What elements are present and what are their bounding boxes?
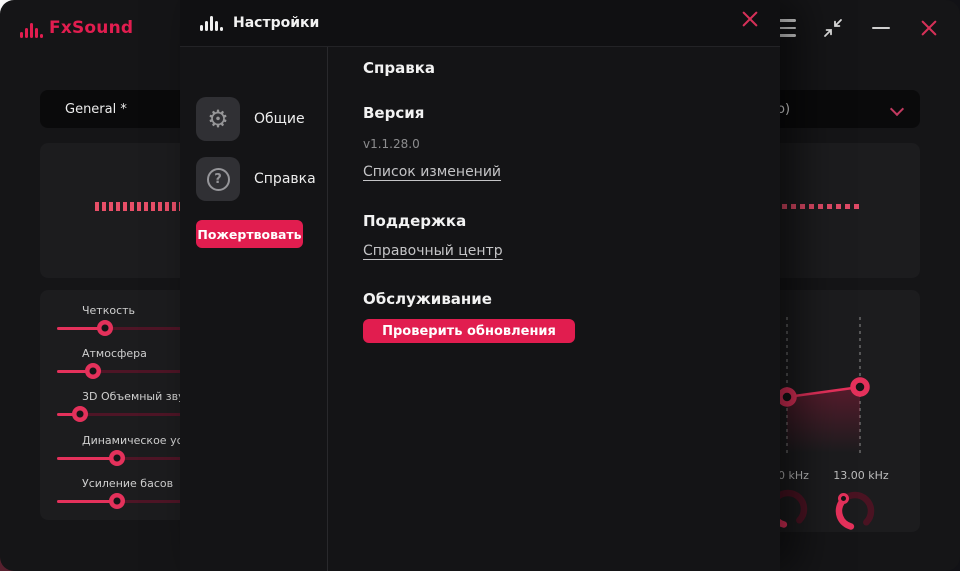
sidebar-item-label: Справка <box>254 171 316 187</box>
chevron-down-icon <box>892 104 902 114</box>
ambience-slider[interactable] <box>57 363 190 379</box>
minimize-button[interactable] <box>868 15 894 41</box>
preset-dropdown-value: General * <box>65 102 127 117</box>
slider-handle[interactable] <box>109 450 125 466</box>
slider-label: 3D Объемный звук <box>82 390 191 403</box>
equalizer-bars-icon <box>20 23 43 38</box>
dynamic-boost-slider[interactable] <box>57 450 190 466</box>
donate-button[interactable]: Пожертвовать <box>196 220 303 248</box>
settings-dialog: Настройки ⚙ Общие ? Справка Пожертвовать… <box>180 0 780 571</box>
spectrum-dashes <box>95 202 192 211</box>
dialog-title: Настройки <box>233 15 319 31</box>
sidebar-item-help[interactable]: ? Справка <box>196 157 316 201</box>
gear-icon: ⚙ <box>196 97 240 141</box>
slider-handle[interactable] <box>97 320 113 336</box>
eq-knob-2[interactable] <box>839 495 871 527</box>
logo-text: FxSound <box>49 18 133 38</box>
slider-fill <box>57 457 117 460</box>
equalizer-bars-icon <box>200 16 223 31</box>
slider-label: Атмосфера <box>82 347 147 360</box>
compact-mode-button[interactable] <box>820 15 846 41</box>
question-icon: ? <box>196 157 240 201</box>
eq-band-label: 0 kHz <box>778 469 809 482</box>
surround-slider[interactable] <box>57 406 190 422</box>
eq-point-1[interactable] <box>780 390 794 404</box>
sidebar-item-label: Общие <box>254 111 305 127</box>
close-dialog-button[interactable] <box>741 10 759 28</box>
collapse-arrows-icon <box>822 17 844 39</box>
settings-dialog-header: Настройки <box>180 0 780 47</box>
check-updates-button[interactable]: Проверить обновления <box>363 319 575 343</box>
slider-fill <box>57 500 117 503</box>
close-icon <box>920 19 938 37</box>
slider-label: Четкость <box>82 304 135 317</box>
preset-dropdown[interactable]: General * <box>40 90 190 128</box>
support-section-title: Поддержка <box>363 212 466 230</box>
changelog-link[interactable]: Список изменений <box>363 164 501 180</box>
bass-boost-slider[interactable] <box>57 493 190 509</box>
minimize-icon <box>872 27 890 30</box>
close-window-button[interactable] <box>916 15 942 41</box>
eq-point-2[interactable] <box>853 380 867 394</box>
fxsound-window: FxSound General * <box>0 0 960 571</box>
window-controls <box>772 0 960 56</box>
sidebar-item-general[interactable]: ⚙ Общие <box>196 97 305 141</box>
slider-label: Усиление басов <box>82 477 173 490</box>
version-section-title: Версия <box>363 104 424 122</box>
eq-band-label: 13.00 kHz <box>821 469 901 482</box>
help-content: Справка Версия v1.1.28.0 Список изменени… <box>363 47 780 571</box>
page-title: Справка <box>363 59 435 77</box>
slider-handle[interactable] <box>109 493 125 509</box>
slider-handle[interactable] <box>72 406 88 422</box>
effects-sliders-panel: Четкость Атмосфера 3D Объемный звук Дина… <box>40 290 190 520</box>
help-center-link[interactable]: Справочный центр <box>363 243 503 259</box>
sidebar-divider <box>327 47 328 571</box>
slider-handle[interactable] <box>85 363 101 379</box>
version-value: v1.1.28.0 <box>363 137 420 151</box>
clarity-slider[interactable] <box>57 320 190 336</box>
fxsound-logo: FxSound <box>20 18 133 38</box>
spectrum-visualizer-left <box>40 143 190 278</box>
maintenance-section-title: Обслуживание <box>363 290 492 308</box>
